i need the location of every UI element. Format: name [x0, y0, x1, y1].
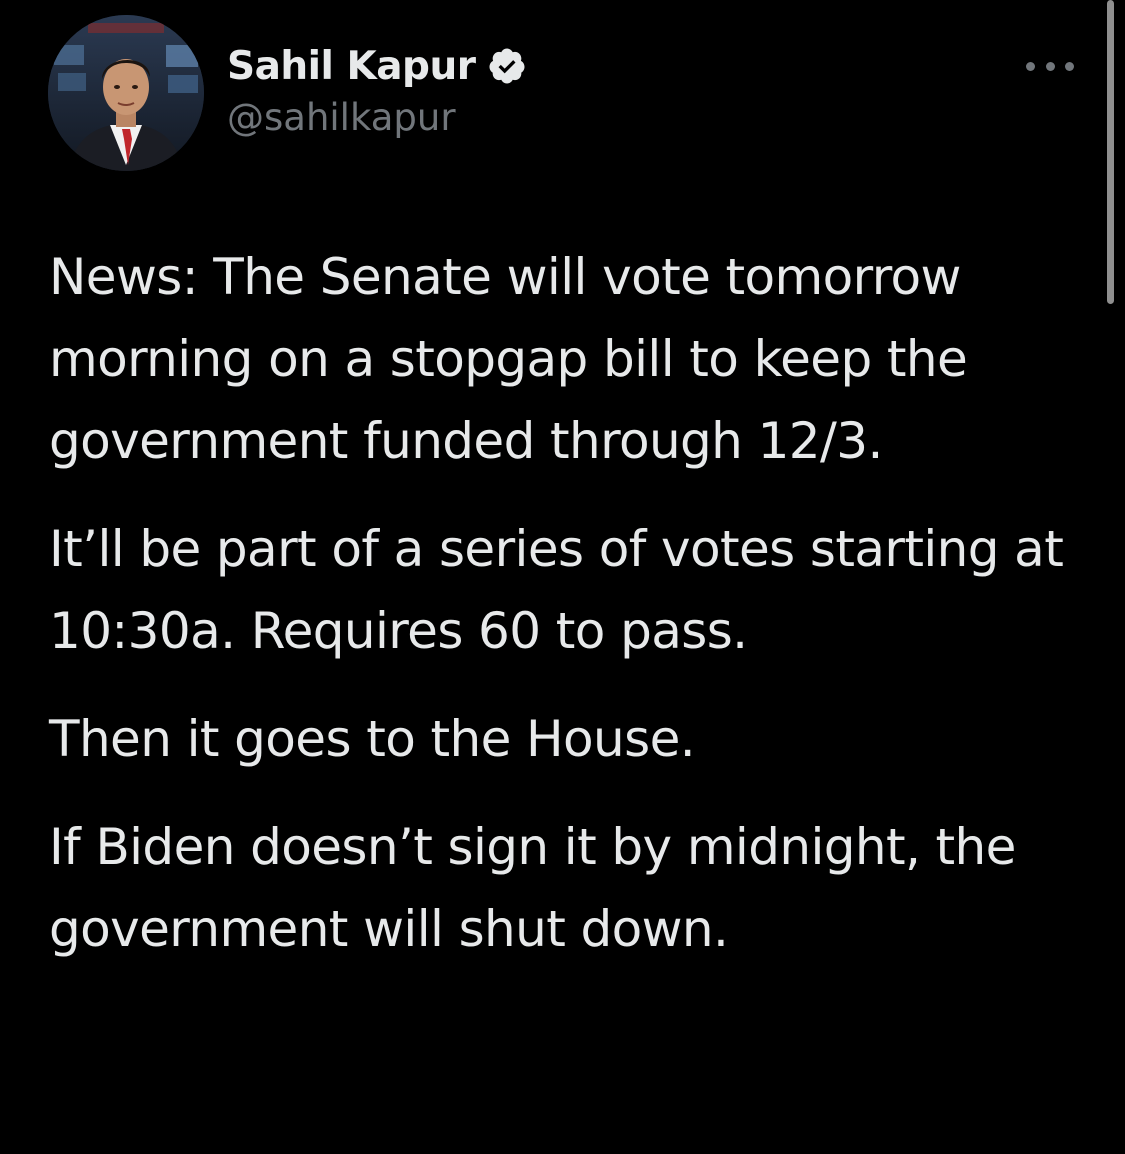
- author-display-name[interactable]: Sahil Kapur: [227, 44, 476, 89]
- more-options-button[interactable]: [1026, 54, 1074, 78]
- more-horizontal-icon: [1026, 61, 1035, 71]
- scrollbar-thumb[interactable]: [1107, 0, 1114, 304]
- person-avatar-icon: [48, 15, 204, 171]
- tweet: Sahil Kapur @sahilkapur News: The Senate…: [0, 0, 1125, 1154]
- tweet-paragraph: News: The Senate will vote tomorrow morn…: [49, 248, 968, 470]
- tweet-paragraph: Then it goes to the House.: [49, 710, 696, 768]
- tweet-text: News: The Senate will vote tomorrow morn…: [49, 236, 1069, 970]
- author-name-row[interactable]: Sahil Kapur: [227, 38, 527, 94]
- tweet-paragraph: If Biden doesn’t sign it by midnight, th…: [49, 818, 1016, 958]
- more-dot: [1045, 61, 1055, 71]
- tweet-paragraph: It’ll be part of a series of votes start…: [49, 520, 1064, 660]
- verified-badge-icon: [487, 46, 527, 86]
- author-handle[interactable]: @sahilkapur: [227, 96, 456, 139]
- author-avatar[interactable]: [48, 15, 204, 171]
- more-dot: [1065, 61, 1074, 71]
